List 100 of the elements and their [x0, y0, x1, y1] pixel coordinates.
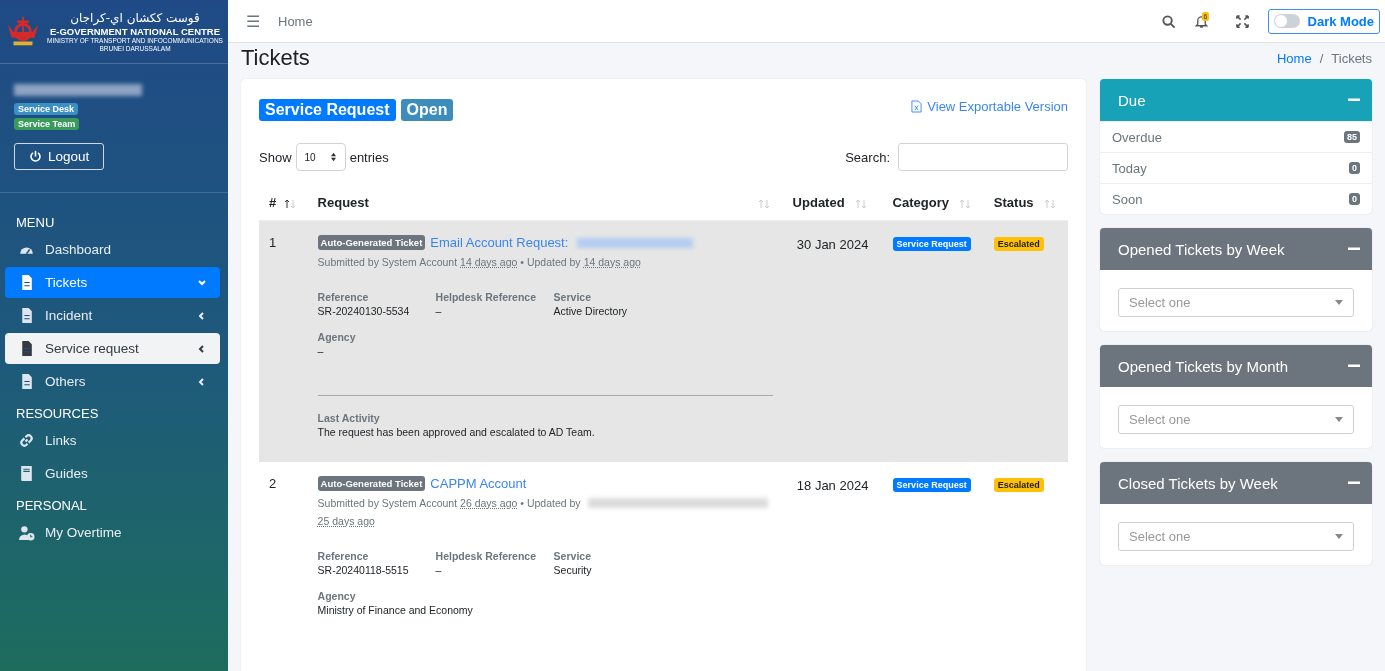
filter-badge: Service Request	[259, 99, 396, 121]
count-badge: 0	[1349, 162, 1360, 174]
breadcrumb-separator: /	[1319, 50, 1324, 66]
sidebar-item[interactable]: Guides	[5, 458, 220, 489]
field-value: SR-20240130-5534	[317, 305, 411, 317]
widget-header: Due	[1100, 79, 1372, 121]
field-label: Reference	[317, 291, 370, 303]
section-heading: PERSONAL	[15, 497, 88, 515]
field-value: –	[435, 564, 443, 576]
entries-label: entries	[349, 149, 389, 165]
widget-header: Opened Tickets by Week	[1100, 228, 1372, 270]
field-value: SR-20240118-5515	[317, 564, 410, 576]
submitted-by-text: Submitted by System Account	[317, 496, 458, 511]
organization-name: E-GOVERNMENT NATIONAL CENTRE	[49, 25, 221, 37]
search-field[interactable]	[898, 143, 1068, 171]
bell-icon[interactable]	[1193, 13, 1209, 29]
updated-time: 14 days ago	[583, 255, 641, 270]
submitted-time: 26 days ago	[460, 496, 518, 511]
submitted-by-text: Submitted by System Account	[317, 255, 458, 270]
menu-button[interactable]: ☰	[246, 11, 260, 31]
field-label: Last Activity	[317, 412, 381, 424]
user-clock-icon	[18, 524, 35, 541]
count-badge: 0	[1349, 193, 1360, 205]
column-header[interactable]: Request	[307, 185, 783, 221]
power-icon	[29, 150, 42, 163]
due-label: Soon	[1112, 191, 1143, 207]
role-badge: Service Team	[14, 118, 80, 130]
logout-button[interactable]: Logout	[14, 143, 105, 170]
show-label: Show	[259, 149, 292, 165]
role-badge: Service Desk	[14, 103, 79, 115]
breadcrumb-current: Tickets	[1331, 50, 1372, 66]
search-icon[interactable]	[1160, 13, 1176, 29]
field-label: Service	[553, 291, 592, 303]
field-value: –	[435, 305, 443, 317]
ticket-tag: Auto-Generated Ticket	[317, 235, 426, 250]
sidebar-item[interactable]: Incident	[5, 300, 220, 331]
dropdown-caret-icon	[1335, 300, 1343, 305]
sidebar-item[interactable]: Dashboard	[5, 234, 220, 265]
activity-text: The request has been approved and escalated to AD Team.	[317, 426, 596, 438]
collapse-icon[interactable]	[1348, 247, 1360, 251]
row-number: 2	[259, 462, 308, 640]
sidebar-item[interactable]: Others	[5, 366, 220, 397]
search-label: Search:	[845, 149, 890, 165]
filter-badge: Open	[400, 99, 454, 121]
book-icon	[18, 465, 35, 482]
sidebar-item[interactable]: Tickets	[5, 267, 220, 298]
updated-time: 25 days ago	[317, 514, 375, 529]
status-badge: Escalated	[993, 478, 1044, 492]
updated-by-text: • Updated by	[520, 255, 581, 270]
field-value: Ministry of Finance and Economy	[317, 604, 474, 616]
dark-mode-toggle[interactable]: Dark Mode	[1267, 8, 1380, 34]
section-heading: MENU	[15, 214, 56, 232]
table-row[interactable]	[259, 220, 1068, 462]
dropdown-caret-icon	[1335, 417, 1343, 422]
sidebar-item[interactable]: My Overtime	[5, 517, 220, 548]
updated-date: 18 Jan 2024	[782, 462, 883, 640]
toggle-switch[interactable]	[1273, 14, 1300, 28]
page-size-select[interactable]: 10	[295, 143, 346, 171]
submitted-time: 14 days ago	[460, 255, 518, 270]
widget-header: Opened Tickets by Month	[1100, 345, 1372, 387]
excel-file-icon	[911, 100, 923, 113]
page-title: Tickets	[241, 45, 310, 71]
jawi-title: ڤوست ککشان اي-كراجان	[70, 10, 200, 26]
field-label: Agency	[317, 331, 357, 343]
row-number: 1	[259, 220, 308, 462]
collapse-icon[interactable]	[1348, 364, 1360, 368]
export-link[interactable]: View Exportable Version	[911, 99, 1068, 114]
home-link[interactable]: Home	[278, 13, 313, 29]
collapse-icon[interactable]	[1348, 481, 1360, 485]
category-badge: Service Request	[892, 237, 971, 251]
column-header[interactable]: #	[259, 185, 308, 221]
expand-icon[interactable]	[1234, 13, 1250, 29]
field-value: Security	[553, 564, 593, 576]
due-label: Today	[1112, 160, 1147, 176]
section-heading: RESOURCES	[15, 405, 100, 423]
field-label: Reference	[317, 550, 370, 562]
breadcrumb-link[interactable]: Home	[1277, 50, 1312, 66]
sort-caret-icon	[329, 152, 337, 162]
status-badge: Escalated	[993, 237, 1044, 251]
field-value: –	[317, 345, 325, 357]
field-label: Helpdesk Reference	[435, 550, 537, 562]
field-label: Agency	[317, 590, 357, 602]
column-header[interactable]: Category	[882, 185, 984, 221]
request-link[interactable]: CAPPM Account	[430, 476, 527, 491]
sidebar-item[interactable]: Links	[5, 425, 220, 456]
widget-header: Closed Tickets by Week	[1100, 462, 1372, 504]
updated-date: 30 Jan 2024	[782, 220, 883, 462]
field-label: Helpdesk Reference	[435, 291, 537, 303]
count-badge: 85	[1344, 131, 1360, 143]
field-label: Service	[553, 550, 592, 562]
collapse-icon[interactable]	[1348, 98, 1360, 102]
link-icon	[18, 432, 35, 449]
due-label: Overdue	[1112, 129, 1162, 145]
column-header[interactable]: Status	[983, 185, 1068, 221]
column-header[interactable]: Updated	[782, 185, 883, 221]
category-badge: Service Request	[892, 478, 971, 492]
dropdown-caret-icon	[1335, 534, 1343, 539]
sidebar-item[interactable]: Service request	[5, 333, 220, 364]
field-value: Active Directory	[553, 305, 629, 317]
ticket-tag: Auto-Generated Ticket	[317, 476, 426, 491]
